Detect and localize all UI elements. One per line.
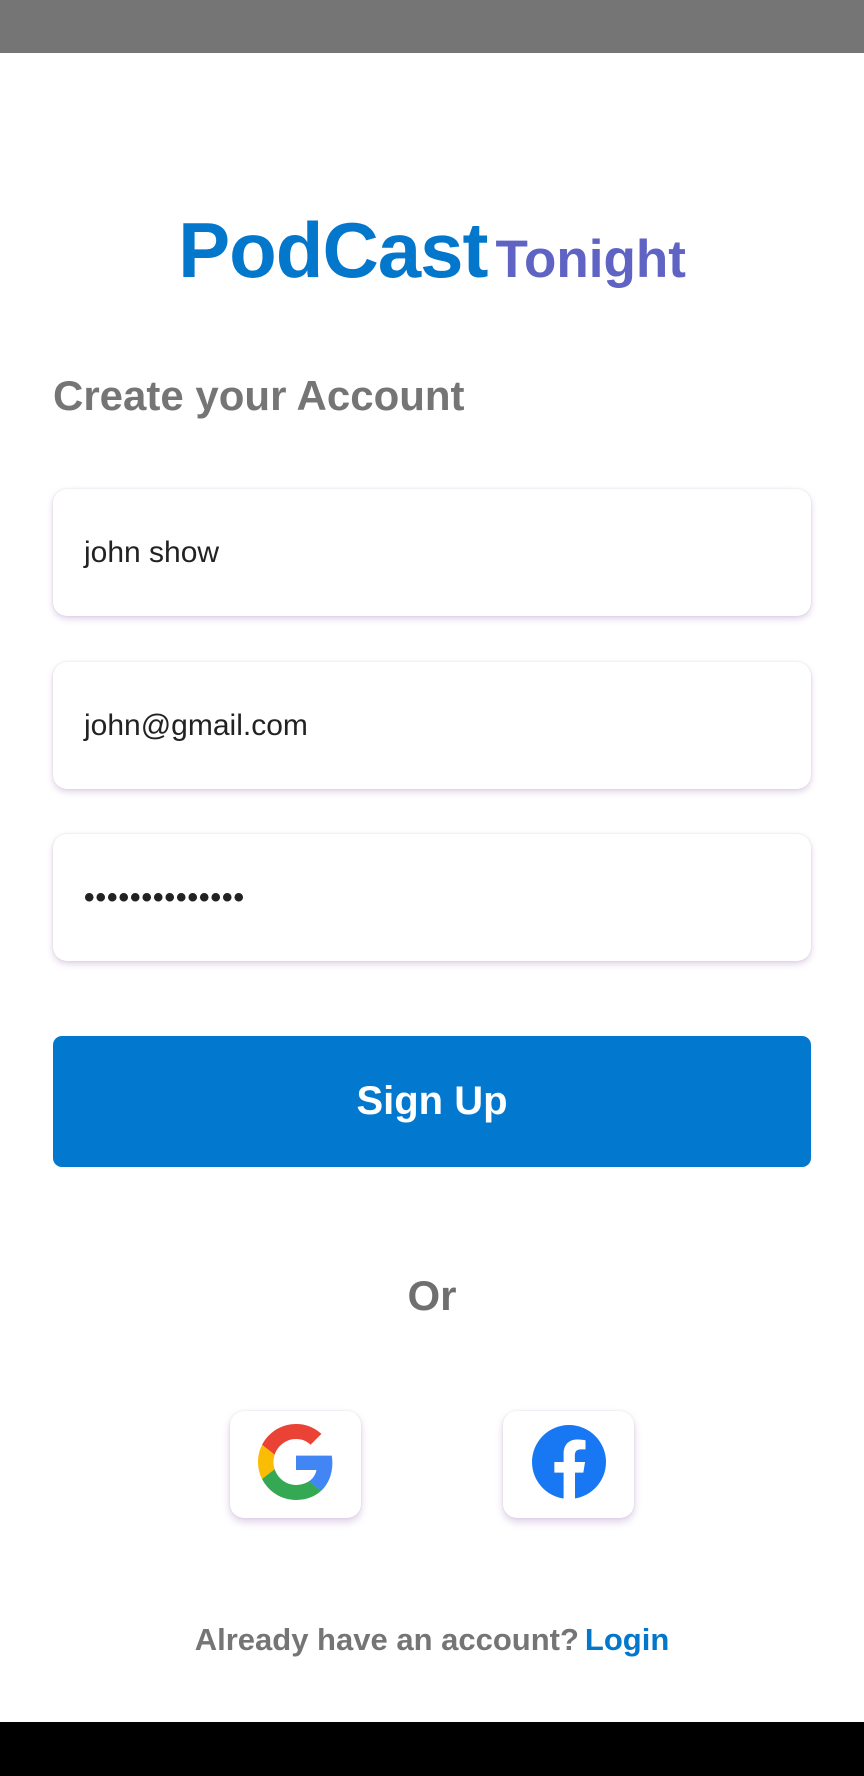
email-field[interactable]: john@gmail.com xyxy=(53,662,811,789)
page-title: Create your Account xyxy=(53,372,465,419)
login-link[interactable]: Login xyxy=(585,1622,669,1657)
app-logo: PodCast Tonight xyxy=(0,205,864,296)
navigation-bar xyxy=(0,1722,864,1776)
logo-sub-text: Tonight xyxy=(495,230,686,289)
google-signin-button[interactable] xyxy=(230,1411,361,1518)
facebook-icon xyxy=(531,1425,606,1504)
logo-main-text: PodCast xyxy=(178,206,488,294)
google-icon xyxy=(257,1424,334,1505)
or-divider-label: Or xyxy=(407,1272,457,1319)
sign-up-button[interactable]: Sign Up xyxy=(53,1036,811,1167)
login-prompt-text: Already have an account? xyxy=(194,1622,579,1657)
name-field[interactable]: john show xyxy=(53,489,811,616)
password-field[interactable]: •••••••••••••• xyxy=(53,834,811,961)
status-bar xyxy=(0,0,864,53)
login-prompt: Already have an account? Login xyxy=(0,1622,864,1658)
facebook-signin-button[interactable] xyxy=(503,1411,634,1518)
